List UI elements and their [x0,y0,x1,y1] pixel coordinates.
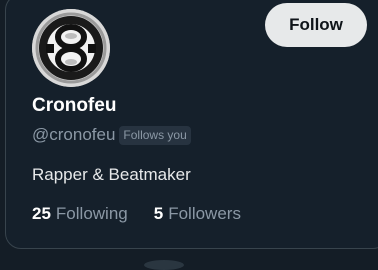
display-name[interactable]: Cronofeu [32,94,116,118]
handle-row: @cronofeu Follows you [32,123,191,147]
avatar[interactable] [32,9,110,87]
followers-label: Followers [168,204,241,223]
card-pointer [144,260,184,270]
hourglass-logo-icon [32,9,110,87]
follows-you-badge: Follows you [119,125,191,145]
follow-button[interactable]: Follow [265,3,367,47]
follow-stats: 25 Following 5 Followers [32,202,241,226]
following-count: 25 [32,204,51,223]
profile-bio: Rapper & Beatmaker [32,165,191,184]
followers-link[interactable]: 5 Followers [154,202,241,226]
followers-count: 5 [153,204,164,223]
profile-hover-card: Follow Cronofeu @cronofeu Follows you Ra… [5,0,378,249]
following-link[interactable]: 25 Following [32,202,128,226]
following-label: Following [55,204,128,223]
user-handle[interactable]: @cronofeu [32,125,115,145]
